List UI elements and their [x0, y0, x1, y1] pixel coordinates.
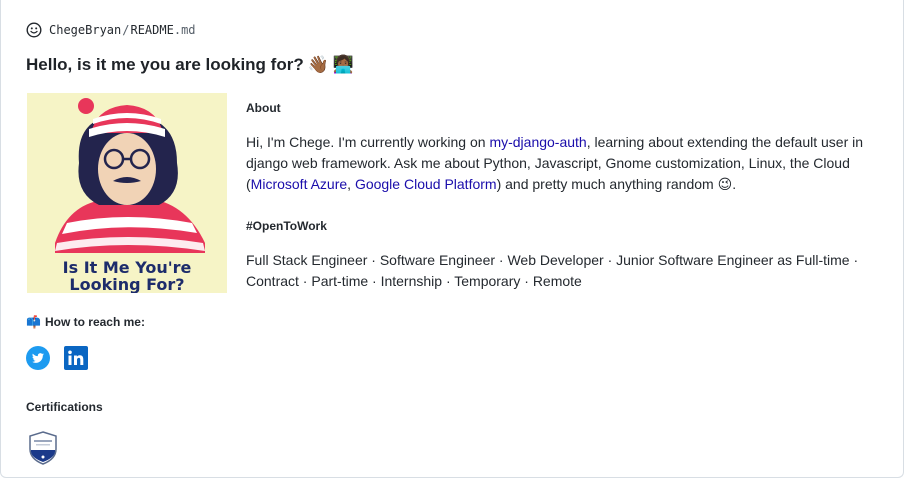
twitter-icon[interactable]: [26, 346, 50, 370]
about-intro-end: ) and pretty much anything random: [496, 176, 718, 192]
readme-card: ChegeBryan/README.md Hello, is it me you…: [0, 0, 904, 478]
reach-heading: 📫 How to reach me:: [26, 315, 145, 329]
about-period: .: [732, 176, 737, 192]
open-to-work-roles: Full Stack Engineer · Software Engineer …: [246, 252, 859, 289]
mailbox-emoji: 📫: [26, 315, 41, 329]
file-extension: .md: [173, 23, 196, 37]
about-intro-text: Hi, I'm Chege. I'm currently working on: [246, 134, 490, 150]
about-paragraph: Hi, I'm Chege. I'm currently working on …: [246, 132, 866, 195]
meme-caption-line2: Looking For?: [69, 275, 185, 293]
certifications-heading: Certifications: [26, 400, 103, 414]
waving-hand-emoji: 👋🏾: [307, 55, 329, 74]
about-heading: About: [246, 101, 281, 115]
azure-link[interactable]: Microsoft Azure: [251, 176, 347, 192]
readme-header: ChegeBryan/README.md: [26, 20, 196, 40]
path-separator: /: [122, 23, 130, 37]
project-link[interactable]: my-django-auth: [489, 134, 586, 150]
readme-title: Hello, is it me you are looking for? 👋🏾 👩…: [26, 55, 354, 75]
reach-heading-text: How to reach me:: [44, 315, 145, 329]
wink-emoji: 😉: [717, 176, 733, 192]
meme-caption-line1: Is It Me You're: [62, 258, 192, 277]
meme-caption: Is It Me You're Looking For?: [27, 259, 227, 293]
meme-image: Is It Me You're Looking For?: [27, 93, 227, 293]
file-name: README: [130, 23, 174, 37]
technologist-emoji: 👩🏾‍💻: [332, 55, 355, 74]
certification-badge-icon: [29, 431, 57, 465]
title-text: Hello, is it me you are looking for?: [26, 55, 304, 74]
open-to-work-heading: #OpenToWork: [246, 219, 327, 233]
linkedin-icon[interactable]: [64, 346, 88, 370]
about-section: About Hi, I'm Chege. I'm currently worki…: [246, 100, 866, 289]
social-links: [26, 346, 88, 370]
repo-owner[interactable]: ChegeBryan: [49, 23, 121, 37]
smiley-icon: [26, 22, 42, 38]
gcp-link[interactable]: Google Cloud Platform: [355, 176, 497, 192]
about-comma: ,: [347, 176, 355, 192]
